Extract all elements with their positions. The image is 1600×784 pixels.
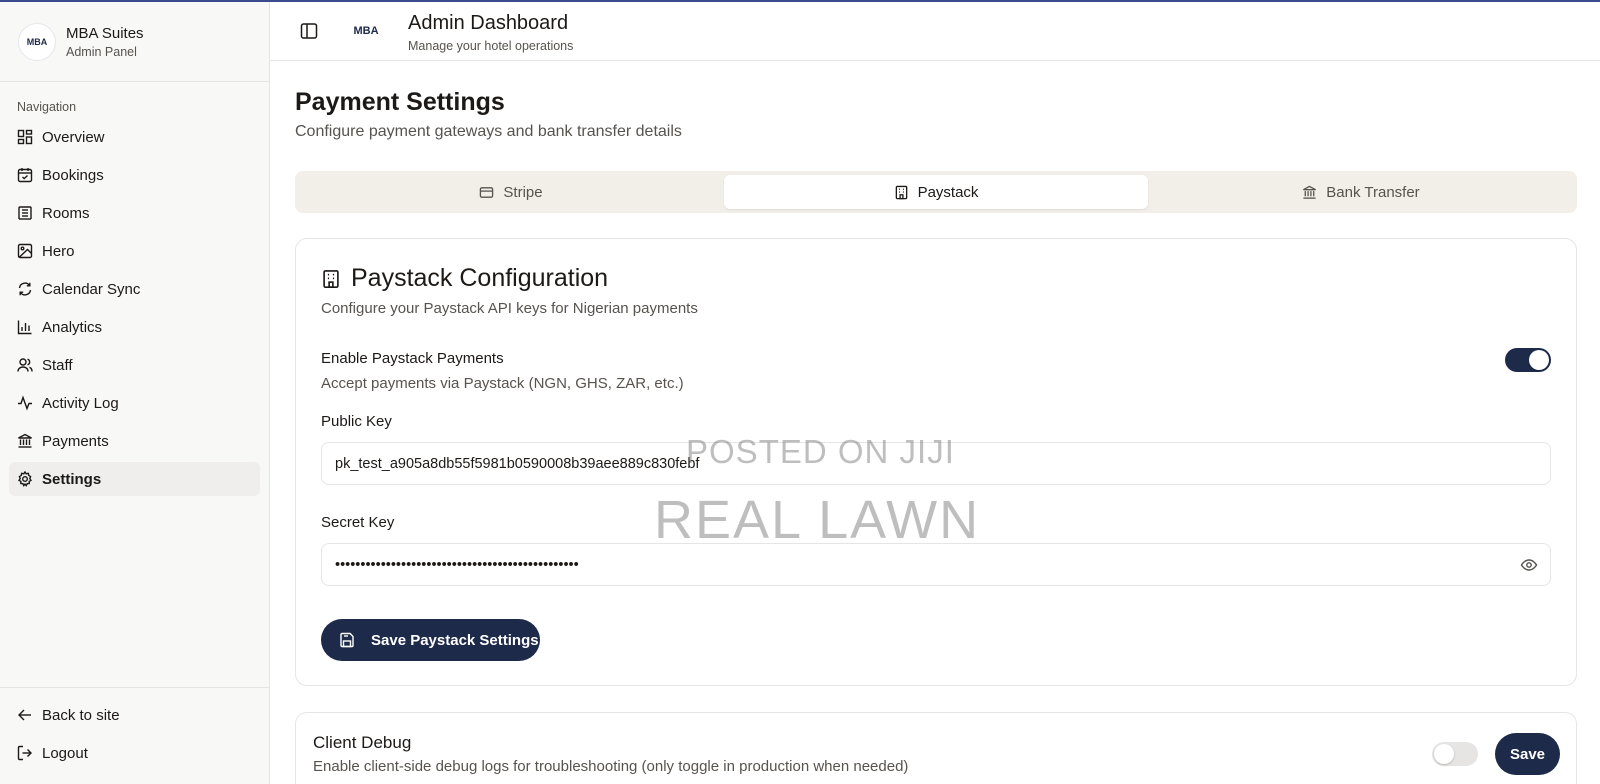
page-header-subtitle: Manage your hotel operations bbox=[408, 39, 574, 53]
brand-logo: MBA bbox=[18, 22, 56, 61]
bed-icon bbox=[17, 205, 33, 221]
secret-key-label: Secret Key bbox=[321, 514, 395, 531]
sidebar-item-bookings[interactable]: Bookings bbox=[9, 158, 260, 192]
brand-subtitle: Admin Panel bbox=[66, 44, 137, 59]
page-subtitle: Configure payment gateways and bank tran… bbox=[295, 123, 682, 140]
building-icon bbox=[323, 269, 339, 288]
sidebar-item-analytics[interactable]: Analytics bbox=[9, 310, 260, 344]
building-icon bbox=[895, 185, 907, 199]
client-debug-toggle[interactable] bbox=[1432, 742, 1478, 766]
logout-icon bbox=[17, 745, 33, 761]
sidebar-item-label: Hero bbox=[42, 242, 75, 260]
credit-card-icon bbox=[480, 186, 494, 198]
sidebar-item-label: Analytics bbox=[42, 318, 103, 336]
tab-label: Paystack bbox=[917, 183, 979, 201]
save-button-label: Save Paystack Settings bbox=[371, 631, 539, 649]
nav-heading: Navigation bbox=[17, 100, 77, 114]
tab-paystack[interactable]: Paystack bbox=[724, 175, 1148, 209]
save-icon bbox=[340, 632, 354, 648]
sidebar-item-hero[interactable]: Hero bbox=[9, 234, 260, 268]
refresh-icon bbox=[17, 281, 33, 297]
sidebar-item-label: Activity Log bbox=[42, 394, 119, 412]
header-logo: MBA bbox=[353, 25, 379, 37]
activity-icon bbox=[17, 395, 33, 411]
sidebar-item-calendar-sync[interactable]: Calendar Sync bbox=[9, 272, 260, 306]
sidebar-footer: Back to site Logout bbox=[0, 687, 270, 784]
client-debug-title: Client Debug bbox=[313, 733, 412, 752]
card-subtitle: Configure your Paystack API keys for Nig… bbox=[321, 300, 698, 317]
toggle-knob bbox=[1434, 744, 1454, 764]
tab-bank-transfer[interactable]: Bank Transfer bbox=[1149, 175, 1573, 209]
public-key-label: Public Key bbox=[321, 413, 392, 430]
sidebar-toggle-icon[interactable] bbox=[300, 22, 318, 40]
dashboard-icon bbox=[17, 129, 33, 145]
gear-icon bbox=[17, 471, 33, 487]
watermark-line-1: POSTED ON JIJI bbox=[686, 433, 955, 470]
client-debug-description: Enable client-side debug logs for troubl… bbox=[313, 758, 909, 775]
sidebar-item-staff[interactable]: Staff bbox=[9, 348, 260, 382]
bank-icon bbox=[17, 433, 33, 449]
sidebar-item-rooms[interactable]: Rooms bbox=[9, 196, 260, 230]
bank-icon bbox=[1303, 185, 1317, 199]
tab-stripe[interactable]: Stripe bbox=[299, 175, 723, 209]
save-paystack-button[interactable]: Save Paystack Settings bbox=[321, 619, 540, 661]
sidebar-item-label: Calendar Sync bbox=[42, 280, 141, 298]
sidebar-item-overview[interactable]: Overview bbox=[9, 120, 260, 154]
enable-paystack-toggle[interactable] bbox=[1505, 348, 1551, 372]
sidebar-item-logout[interactable]: Logout bbox=[9, 736, 261, 770]
sidebar-item-label: Staff bbox=[42, 356, 73, 374]
sidebar-item-label: Overview bbox=[42, 128, 105, 146]
sidebar-item-label: Rooms bbox=[42, 204, 90, 222]
client-debug-card: Client Debug Enable client-side debug lo… bbox=[295, 712, 1577, 784]
tab-label: Bank Transfer bbox=[1326, 183, 1420, 201]
enable-paystack-label: Enable Paystack Payments bbox=[321, 350, 504, 367]
sidebar-item-settings[interactable]: Settings bbox=[9, 462, 260, 496]
top-header: MBA Admin Dashboard Manage your hotel op… bbox=[270, 2, 1600, 61]
card-title: Paystack Configuration bbox=[321, 264, 608, 293]
sidebar-item-payments[interactable]: Payments bbox=[9, 424, 260, 458]
sidebar-item-label: Settings bbox=[42, 470, 102, 488]
sidebar: MBA MBA Suites Admin Panel Navigation Ov… bbox=[0, 2, 270, 784]
sidebar-item-label: Payments bbox=[42, 432, 109, 450]
page-title: Payment Settings bbox=[295, 88, 505, 116]
sidebar-item-label: Bookings bbox=[42, 166, 104, 184]
brand[interactable]: MBA MBA Suites Admin Panel bbox=[0, 2, 269, 82]
users-icon bbox=[17, 357, 33, 373]
enable-paystack-description: Accept payments via Paystack (NGN, GHS, … bbox=[321, 375, 684, 392]
payment-tabs: Stripe Paystack Bank Transfer bbox=[295, 171, 1577, 213]
sidebar-item-activity-log[interactable]: Activity Log bbox=[9, 386, 260, 420]
eye-icon[interactable] bbox=[1520, 556, 1538, 574]
arrow-left-icon bbox=[17, 707, 33, 723]
calendar-icon bbox=[17, 167, 33, 183]
sidebar-item-label: Back to site bbox=[42, 706, 120, 724]
page-header-title: Admin Dashboard bbox=[408, 12, 569, 34]
watermark-line-2: REAL LAWN bbox=[654, 490, 981, 550]
bar-chart-icon bbox=[17, 319, 33, 335]
sidebar-item-back-to-site[interactable]: Back to site bbox=[9, 698, 261, 732]
sidebar-item-label: Logout bbox=[42, 744, 88, 762]
card-title-text: Paystack Configuration bbox=[351, 264, 609, 292]
tab-label: Stripe bbox=[503, 183, 543, 201]
image-icon bbox=[17, 243, 33, 259]
client-debug-save-button[interactable]: Save bbox=[1495, 733, 1560, 775]
brand-name: MBA Suites bbox=[66, 24, 144, 42]
toggle-knob bbox=[1529, 350, 1549, 370]
